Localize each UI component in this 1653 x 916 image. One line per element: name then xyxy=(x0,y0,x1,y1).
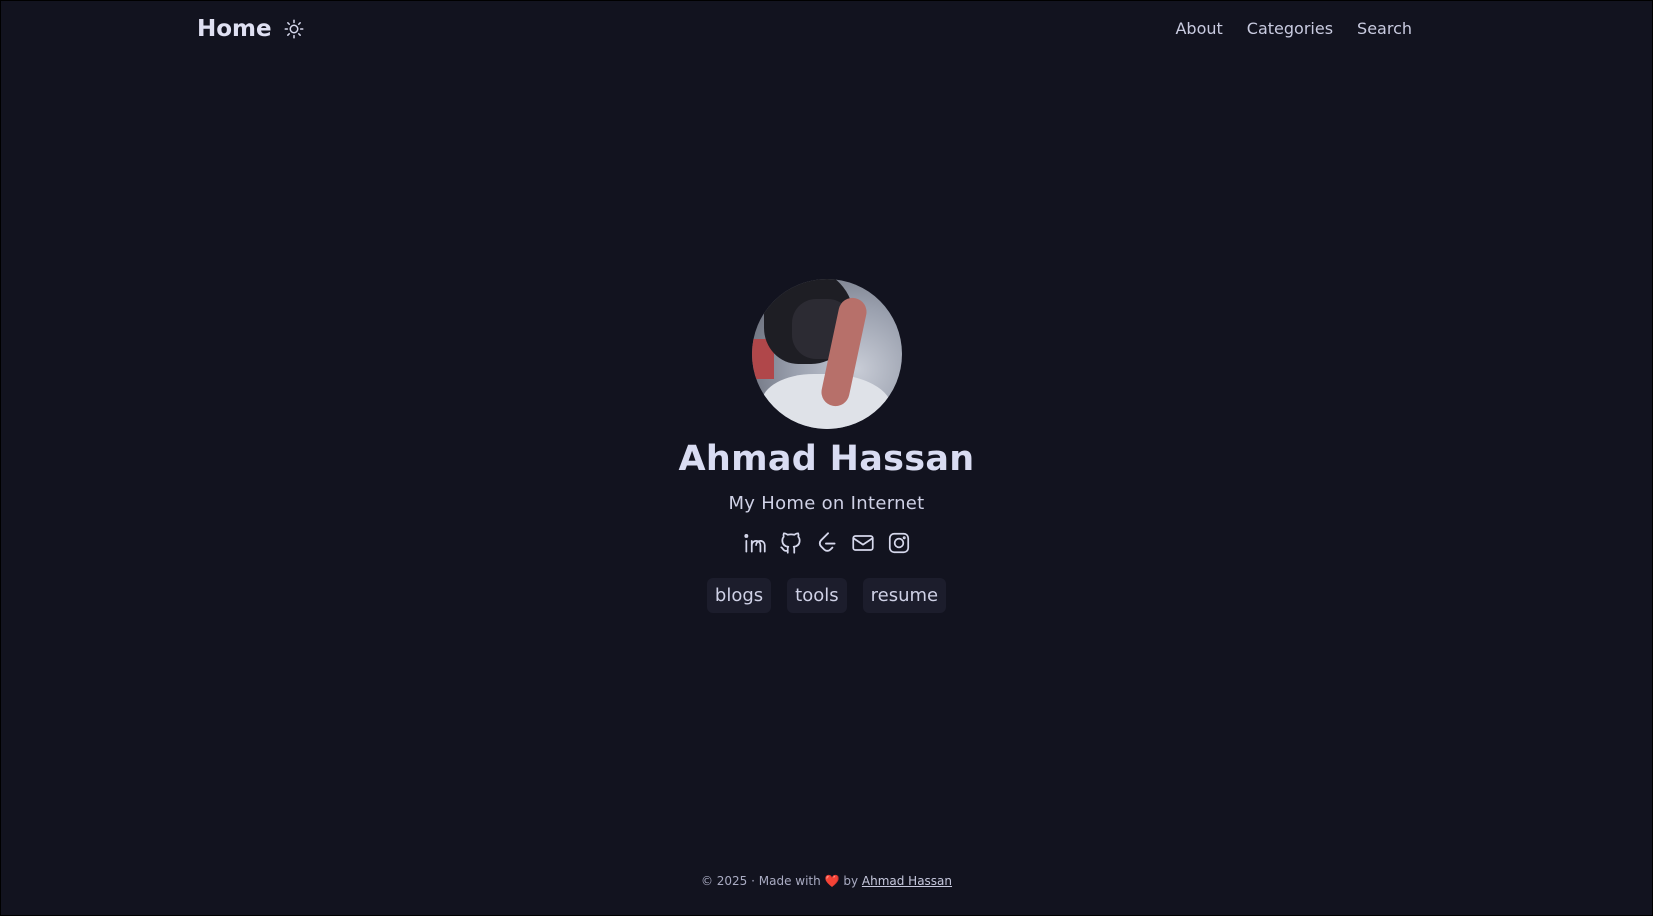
site-header: Home About Categories Search xyxy=(1,1,1652,59)
avatar xyxy=(751,279,902,429)
email-icon[interactable] xyxy=(850,530,876,556)
sun-icon[interactable] xyxy=(282,17,306,41)
footer-by: by xyxy=(843,874,859,888)
nav-about[interactable]: About xyxy=(1175,19,1222,38)
footer-author-link[interactable]: Ahmad Hassan xyxy=(862,874,952,888)
heart-icon: ❤️ xyxy=(824,874,840,888)
nav-search[interactable]: Search xyxy=(1357,19,1412,38)
linkedin-icon[interactable] xyxy=(742,530,768,556)
profile-hero: Ahmad Hassan My Home on Internet blogs t… xyxy=(1,279,1652,613)
logo-wrap: Home xyxy=(197,16,306,42)
resume-button[interactable]: resume xyxy=(862,578,947,613)
site-footer: © 2025 · Made with ❤️ by Ahmad Hassan xyxy=(1,874,1652,888)
profile-name: Ahmad Hassan xyxy=(678,439,975,479)
leetcode-icon[interactable] xyxy=(814,530,840,556)
instagram-icon[interactable] xyxy=(886,530,912,556)
main-nav: About Categories Search xyxy=(1175,19,1412,38)
nav-categories[interactable]: Categories xyxy=(1247,19,1333,38)
tools-button[interactable]: tools xyxy=(787,578,847,613)
footer-prefix: © 2025 · Made with xyxy=(700,874,821,888)
page: Home About Categories Search Ahmad Hassa… xyxy=(0,0,1653,916)
github-icon[interactable] xyxy=(778,530,804,556)
profile-tagline: My Home on Internet xyxy=(728,493,925,514)
section-buttons: blogs tools resume xyxy=(706,578,947,613)
social-links xyxy=(742,530,912,556)
home-logo-link[interactable]: Home xyxy=(197,16,272,42)
blogs-button[interactable]: blogs xyxy=(706,578,772,613)
